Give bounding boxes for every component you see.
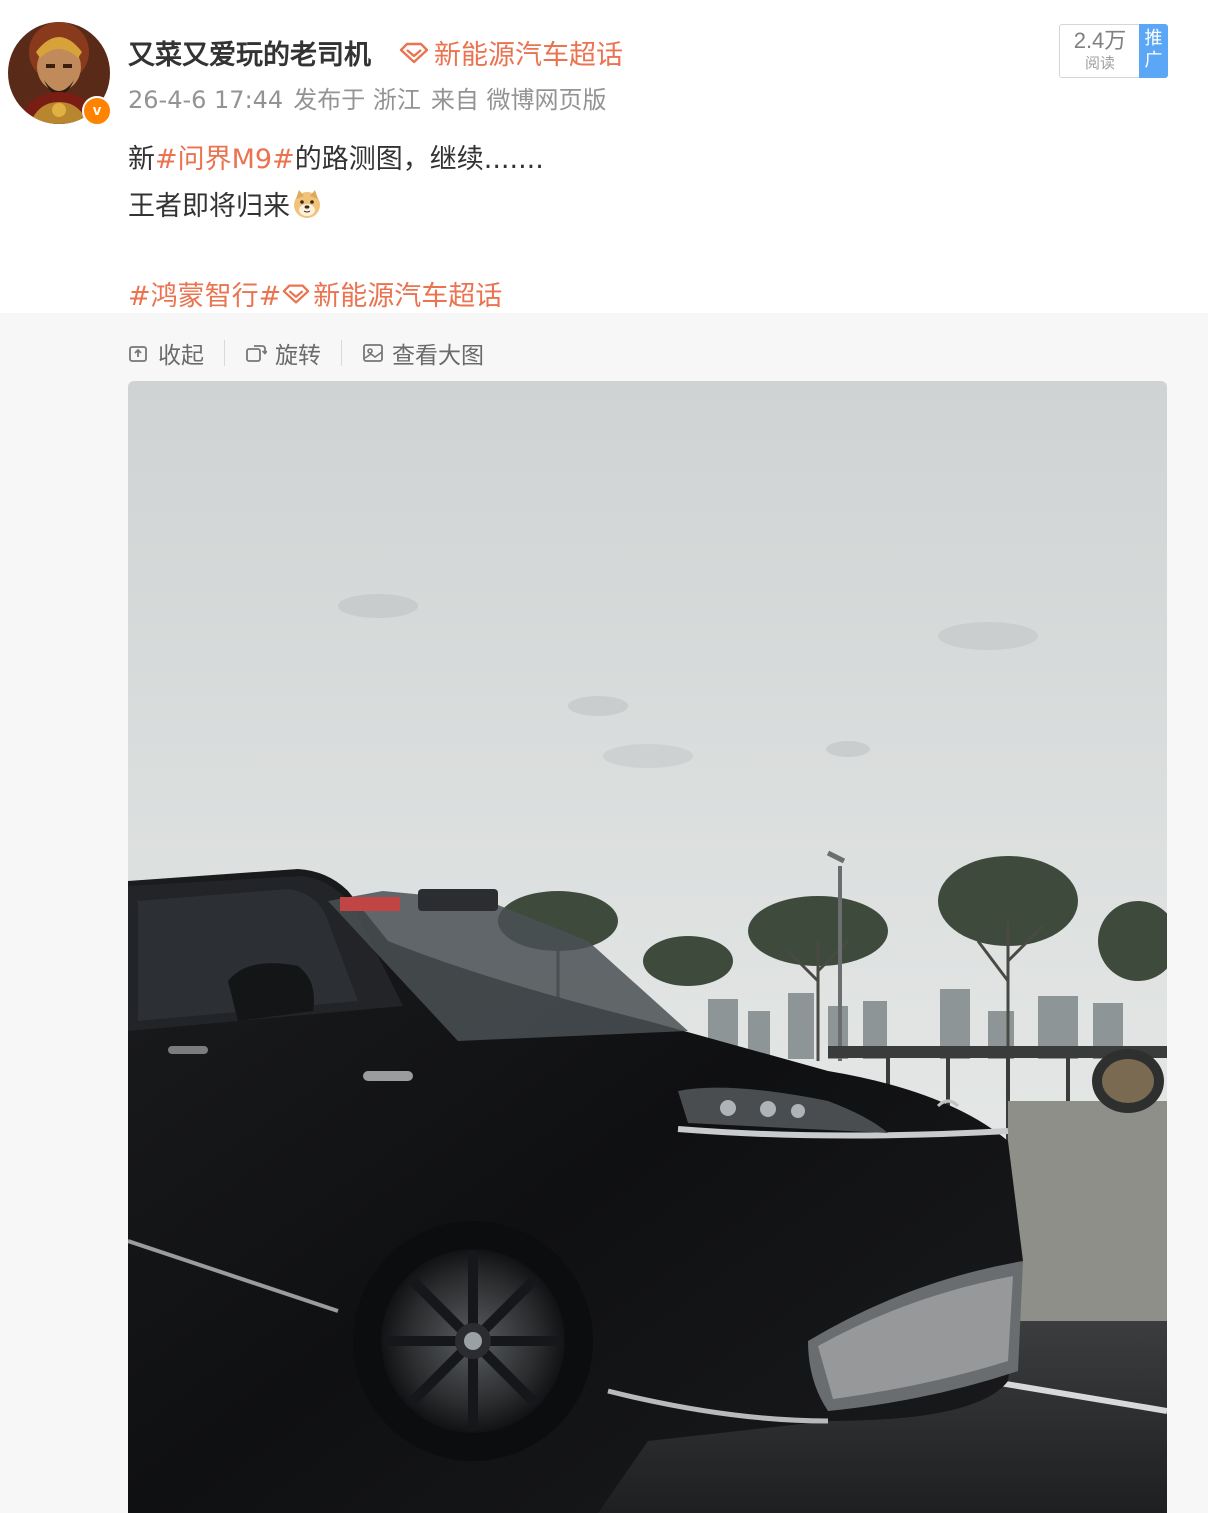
supertopic-diamond-icon <box>282 283 310 304</box>
collapse-button[interactable]: 收起 <box>128 336 204 370</box>
hashtag-hongmeng[interactable]: #鸿蒙智行# <box>128 274 281 313</box>
post-text-suffix: 的路测图，继续....... <box>294 144 544 175</box>
hashtag-supertopic[interactable]: 新能源汽车超话 <box>281 274 502 313</box>
read-count-label: 阅读 <box>1084 54 1115 72</box>
promote-button[interactable]: 推广 <box>1139 24 1168 78</box>
rotate-button[interactable]: 旋转 <box>245 336 321 370</box>
view-large-image-icon <box>363 344 383 362</box>
doge-emoji-icon <box>294 189 320 218</box>
post-text-line-2-text: 王者即将归来 <box>128 191 290 222</box>
verified-badge: v <box>82 96 112 126</box>
post-hashtags-line: #鸿蒙智行# 新能源汽车超话 <box>128 274 502 313</box>
view-large-button[interactable]: 查看大图 <box>362 336 484 370</box>
read-count: 2.4万 <box>1073 28 1127 53</box>
collapse-label: 收起 <box>158 343 204 369</box>
post-text-line-1: 新#问界M9#的路测图，继续....... <box>128 137 544 176</box>
post-text-line-2: 王者即将归来 <box>128 184 322 223</box>
author-name[interactable]: 又菜又爱玩的老司机 <box>128 33 371 72</box>
post-location: 发布于 浙江 <box>293 86 421 114</box>
post-time[interactable]: 26-4-6 17:44 <box>128 86 283 114</box>
post-photo[interactable] <box>128 381 1167 1513</box>
rotate-label: 旋转 <box>275 343 321 369</box>
post-meta: 26-4-6 17:44 发布于 浙江 来自 微博网页版 <box>128 80 616 115</box>
rotate-icon <box>246 345 267 362</box>
toolbar-divider <box>224 340 225 366</box>
supertopic-diamond-icon <box>399 42 429 63</box>
weibo-post-card: v 又菜又爱玩的老司机 新能源汽车超话 26-4-6 17:44 发布于 浙江 来自… <box>0 0 1208 1513</box>
toolbar-divider <box>341 340 342 366</box>
hashtag-wenjie-m9[interactable]: #问界M9# <box>155 144 295 175</box>
view-large-label: 查看大图 <box>392 343 484 369</box>
collapse-icon <box>129 346 147 362</box>
supertopic-label: 新能源汽车超话 <box>434 40 623 71</box>
hashtag-supertopic-label: 新能源汽车超话 <box>313 281 503 312</box>
supertopic-link[interactable]: 新能源汽车超话 <box>398 33 623 72</box>
media-toolbar: 收起 旋转 查看大图 <box>128 336 484 370</box>
post-text-prefix: 新 <box>128 144 155 175</box>
read-count-box: 2.4万 阅读 <box>1059 24 1140 78</box>
post-source: 来自 微博网页版 <box>430 86 607 114</box>
